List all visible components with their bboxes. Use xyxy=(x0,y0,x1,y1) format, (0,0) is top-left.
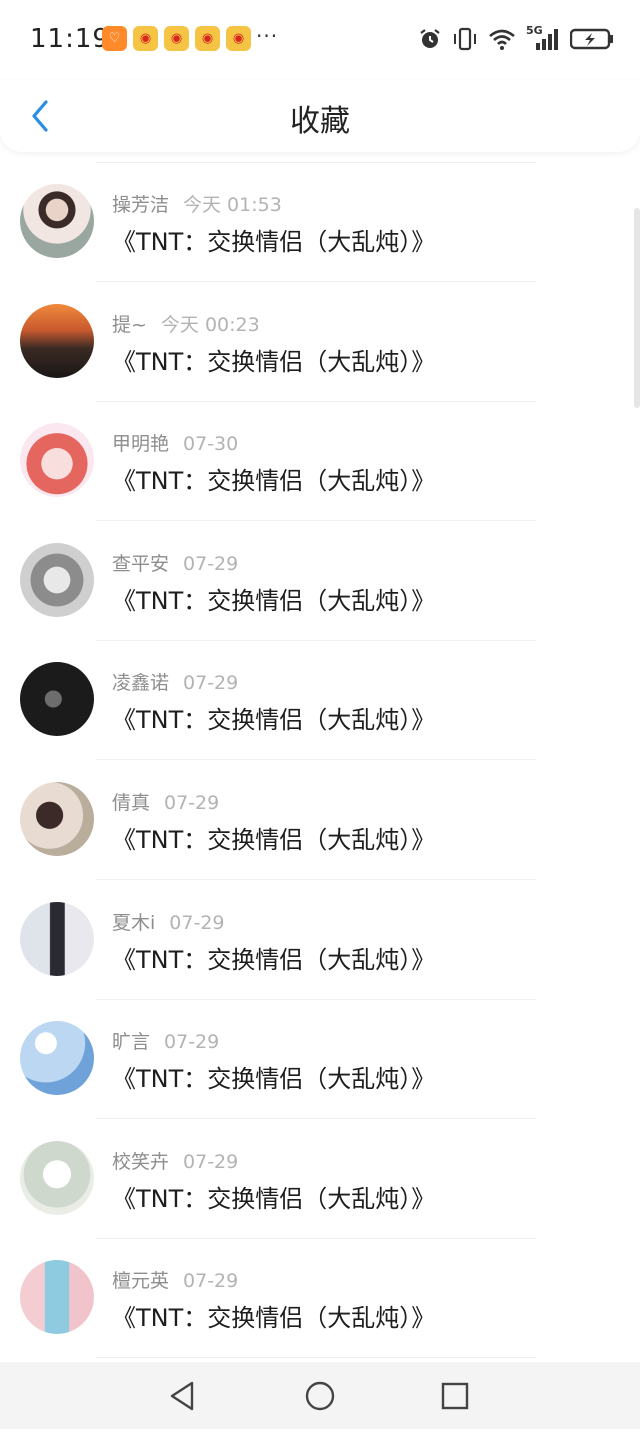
timestamp: 07-29 xyxy=(183,672,239,695)
weibo-app-icon: ◉ xyxy=(226,26,251,51)
system-status-icons: 5G xyxy=(418,24,614,52)
navigation-bar: 收藏 xyxy=(0,80,640,152)
list-item[interactable]: 倩真 07-29 《TNT：交换情侣（大乱炖）》 xyxy=(0,760,640,880)
taobao-app-icon: ♡ xyxy=(102,26,127,51)
list-item[interactable]: 凌鑫诺 07-29 《TNT：交换情侣（大乱炖）》 xyxy=(0,640,640,761)
item-meta: 校笑卉 07-29 xyxy=(112,1147,238,1174)
list-item[interactable]: 夏木i 07-29 《TNT：交换情侣（大乱炖）》 xyxy=(0,880,640,1000)
avatar[interactable] xyxy=(20,303,94,378)
more-notifications: ··· xyxy=(256,24,279,48)
username[interactable]: 操芳洁 xyxy=(112,194,169,216)
item-title[interactable]: 《TNT：交换情侣（大乱炖）》 xyxy=(112,342,435,377)
square-recents-icon xyxy=(441,1382,469,1410)
item-meta: 甲明艳 07-30 xyxy=(112,429,238,456)
system-back-button[interactable] xyxy=(164,1378,200,1414)
triangle-back-icon xyxy=(170,1381,194,1411)
item-title[interactable]: 《TNT：交换情侣（大乱炖）》 xyxy=(112,1179,435,1214)
cellular-signal-icon: 5G xyxy=(526,24,560,52)
system-recents-button[interactable] xyxy=(437,1378,473,1414)
timestamp: 07-29 xyxy=(183,1270,239,1293)
avatar[interactable] xyxy=(20,542,94,617)
item-title[interactable]: 《TNT：交换情侣（大乱炖）》 xyxy=(112,700,435,735)
username[interactable]: 旷言 xyxy=(112,1031,150,1053)
item-meta: 夏木i 07-29 xyxy=(112,908,225,935)
timestamp: 07-29 xyxy=(164,1031,220,1054)
avatar[interactable] xyxy=(20,662,94,737)
notification-icons: ♡ ◉ ◉ ◉ ◉ xyxy=(102,26,251,51)
system-navigation-bar xyxy=(0,1362,640,1429)
item-meta: 查平安 07-29 xyxy=(112,549,238,576)
list-item[interactable]: 檀元英 07-29 《TNT：交换情侣（大乱炖）》 xyxy=(0,1238,640,1359)
circle-home-icon xyxy=(305,1381,335,1411)
item-title[interactable]: 《TNT：交换情侣（大乱炖）》 xyxy=(112,461,435,496)
battery-icon xyxy=(570,28,613,50)
system-home-button[interactable] xyxy=(302,1378,338,1414)
avatar[interactable] xyxy=(20,1260,94,1335)
timestamp: 07-29 xyxy=(169,911,225,934)
item-meta: 凌鑫诺 07-29 xyxy=(112,668,238,695)
list-item[interactable]: 查平安 07-29 《TNT：交换情侣（大乱炖）》 xyxy=(0,521,640,641)
list-item[interactable]: 校笑卉 07-29 《TNT：交换情侣（大乱炖）》 xyxy=(0,1119,640,1239)
status-bar: 11:19 ♡ ◉ ◉ ◉ ◉ ··· 5G xyxy=(0,0,640,80)
username[interactable]: 校笑卉 xyxy=(112,1151,169,1173)
timestamp: 07-29 xyxy=(183,1150,239,1173)
item-meta: 操芳洁 今天 01:53 xyxy=(112,190,282,217)
page-title: 收藏 xyxy=(290,104,350,139)
item-title[interactable]: 《TNT：交换情侣（大乱炖）》 xyxy=(112,222,435,257)
scrollbar[interactable] xyxy=(634,208,640,408)
avatar[interactable] xyxy=(20,782,94,856)
avatar[interactable] xyxy=(20,423,94,498)
item-meta: 檀元英 07-29 xyxy=(112,1266,238,1293)
timestamp: 今天 01:53 xyxy=(183,194,282,216)
avatar[interactable] xyxy=(20,1140,94,1215)
username[interactable]: 甲明艳 xyxy=(112,433,169,455)
divider xyxy=(96,1357,536,1359)
avatar[interactable] xyxy=(20,1021,94,1096)
username[interactable]: 凌鑫诺 xyxy=(112,672,169,694)
avatar[interactable] xyxy=(20,184,94,258)
timestamp: 07-29 xyxy=(164,792,220,814)
username[interactable]: 夏木i xyxy=(112,912,155,934)
list-item[interactable]: 提~ 今天 00:23 《TNT：交换情侣（大乱炖）》 xyxy=(0,282,640,402)
item-title[interactable]: 《TNT：交换情侣（大乱炖）》 xyxy=(112,820,435,855)
username[interactable]: 檀元英 xyxy=(112,1270,169,1292)
timestamp: 07-29 xyxy=(183,552,239,575)
weibo-app-icon: ◉ xyxy=(164,26,189,51)
list-item[interactable]: 甲明艳 07-30 《TNT：交换情侣（大乱炖）》 xyxy=(0,401,640,522)
item-meta: 旷言 07-29 xyxy=(112,1027,219,1054)
username[interactable]: 查平安 xyxy=(112,553,169,575)
username[interactable]: 提~ xyxy=(112,314,147,336)
alarm-icon xyxy=(420,29,440,48)
list-item[interactable]: 旷言 07-29 《TNT：交换情侣（大乱炖）》 xyxy=(0,999,640,1120)
item-title[interactable]: 《TNT：交换情侣（大乱炖）》 xyxy=(112,1298,435,1333)
weibo-app-icon: ◉ xyxy=(195,26,220,51)
weibo-app-icon: ◉ xyxy=(133,26,158,51)
timestamp: 今天 00:23 xyxy=(160,313,260,336)
status-time: 11:19 xyxy=(30,24,110,54)
vibrate-icon xyxy=(454,27,476,51)
avatar[interactable] xyxy=(20,901,94,976)
username[interactable]: 倩真 xyxy=(112,792,150,814)
wifi-icon xyxy=(489,29,515,50)
item-title[interactable]: 《TNT：交换情侣（大乱炖）》 xyxy=(112,581,435,616)
timestamp: 07-30 xyxy=(183,433,239,456)
item-meta: 提~ 今天 00:23 xyxy=(112,310,260,337)
item-title[interactable]: 《TNT：交换情侣（大乱炖）》 xyxy=(112,1059,435,1094)
list-item[interactable]: 操芳洁 今天 01:53 《TNT：交换情侣（大乱炖）》 xyxy=(0,162,640,282)
item-title[interactable]: 《TNT：交换情侣（大乱炖）》 xyxy=(112,940,435,975)
item-meta: 倩真 07-29 xyxy=(112,788,219,815)
